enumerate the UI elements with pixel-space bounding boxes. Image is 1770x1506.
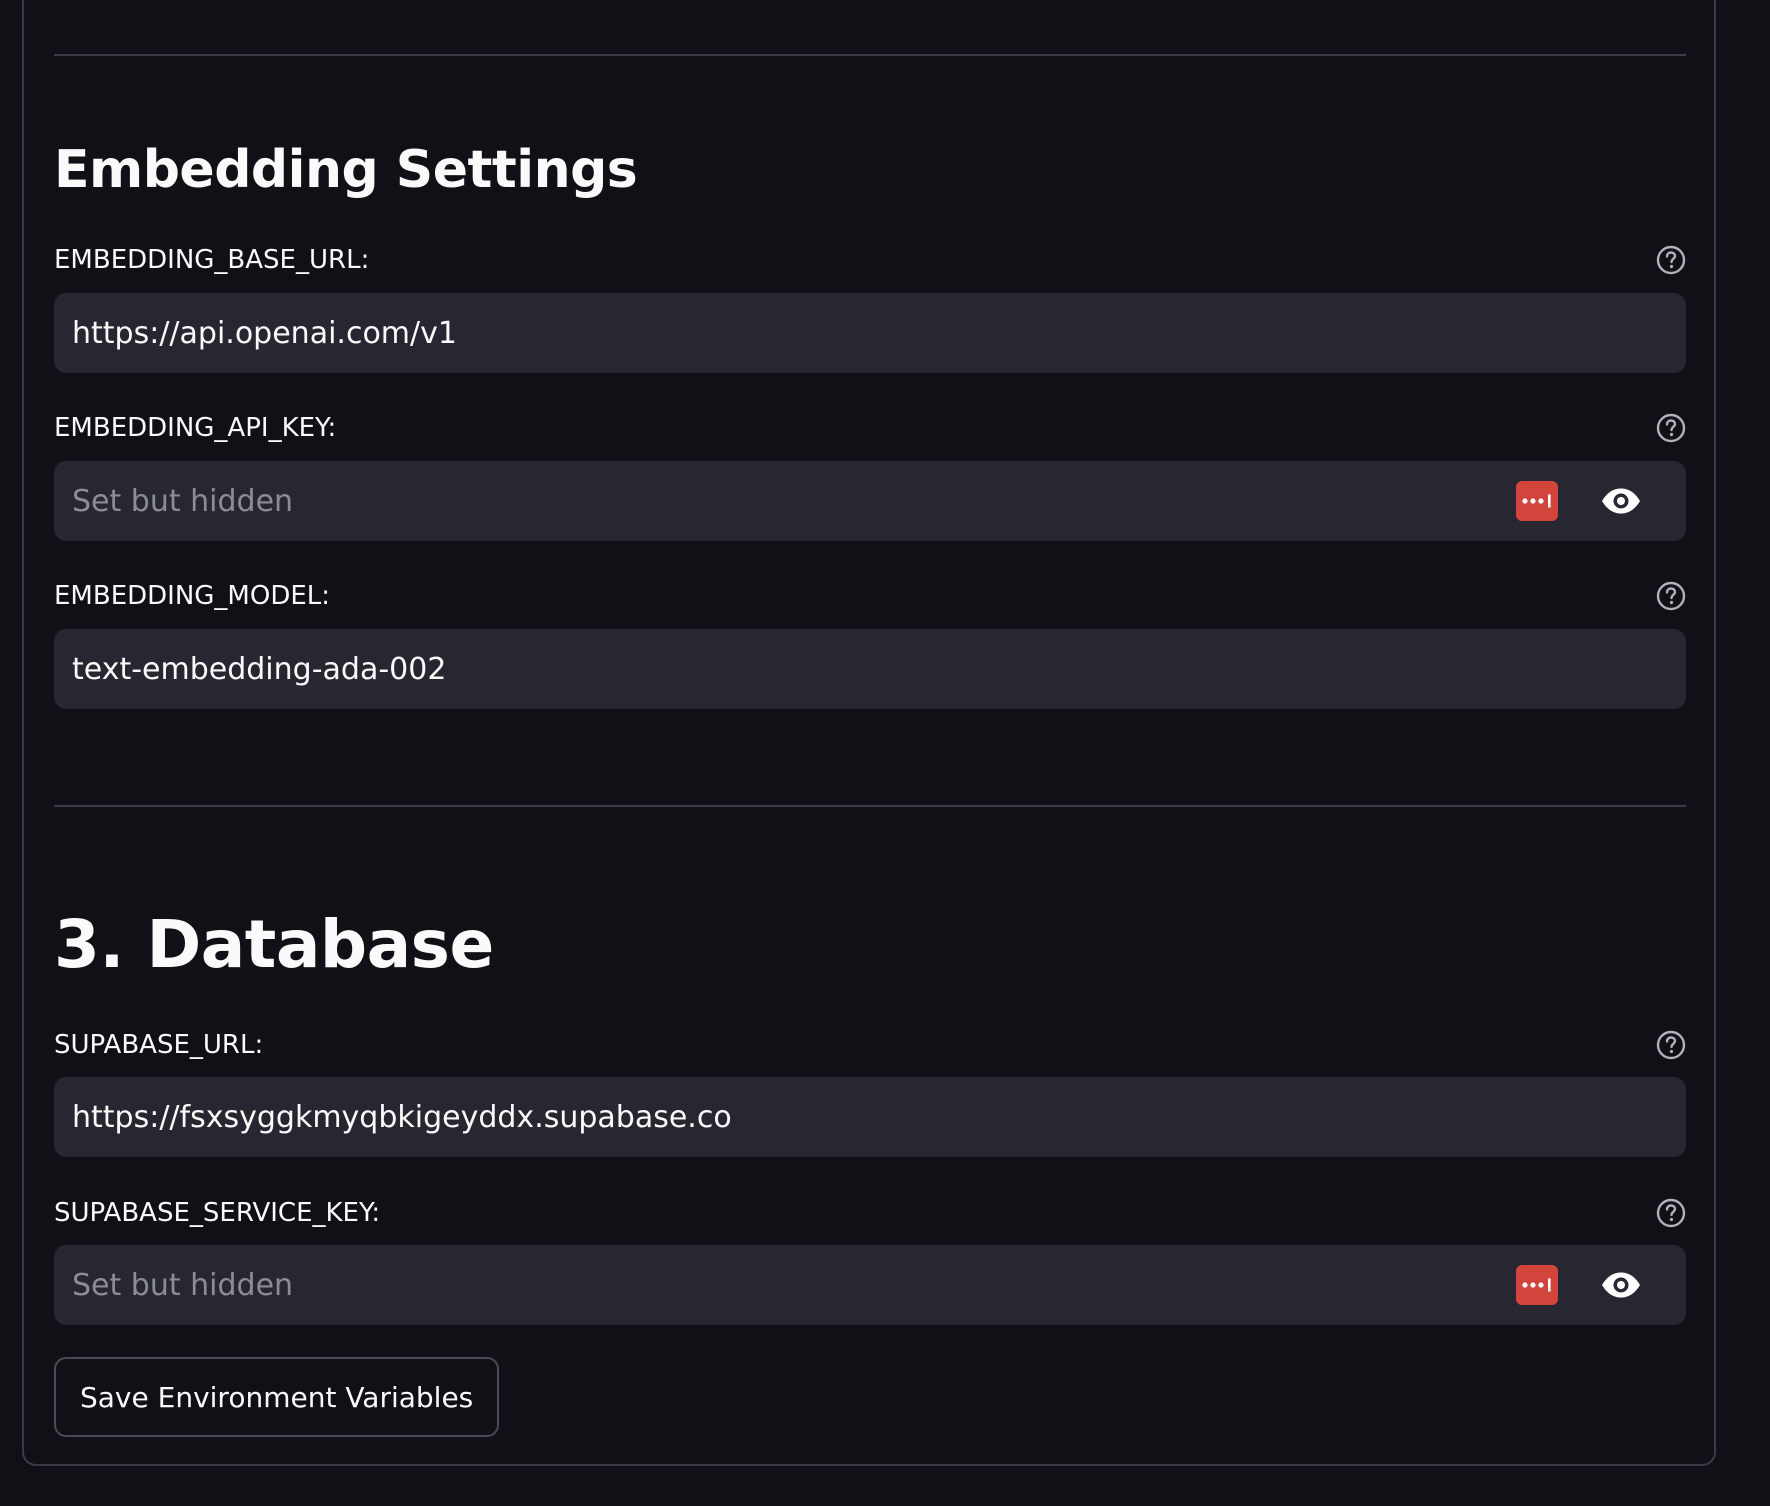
- embedding-model-value: text-embedding-ada-002: [72, 651, 447, 687]
- password-manager-icon[interactable]: [1516, 1265, 1558, 1305]
- embedding-base-url-input[interactable]: https://api.openai.com/v1: [54, 293, 1686, 373]
- question-circle-icon[interactable]: [1656, 413, 1686, 443]
- supabase-service-key-label: SUPABASE_SERVICE_KEY:: [54, 1198, 381, 1228]
- question-circle-icon[interactable]: [1656, 245, 1686, 275]
- save-environment-variables-button[interactable]: Save Environment Variables: [54, 1357, 500, 1437]
- divider-top: [54, 54, 1686, 56]
- question-circle-icon[interactable]: [1656, 1198, 1686, 1228]
- supabase-url-input[interactable]: https://fsxsyggkmyqbkigeyddx.supabase.co: [54, 1077, 1686, 1157]
- embedding-base-url-label-row: EMBEDDING_BASE_URL:: [54, 240, 1686, 280]
- embedding-api-key-label-row: EMBEDDING_API_KEY:: [54, 408, 1686, 448]
- supabase-service-key-input[interactable]: Set but hidden: [54, 1245, 1686, 1325]
- embedding-base-url-label: EMBEDDING_BASE_URL:: [54, 245, 370, 275]
- embedding-base-url-value: https://api.openai.com/v1: [72, 315, 457, 351]
- eye-icon[interactable]: [1600, 483, 1642, 519]
- embedding-api-key-input[interactable]: Set but hidden: [54, 461, 1686, 541]
- embedding-model-label: EMBEDDING_MODEL:: [54, 581, 331, 611]
- embedding-model-label-row: EMBEDDING_MODEL:: [54, 576, 1686, 616]
- embedding-settings-heading: Embedding Settings: [54, 140, 638, 200]
- question-circle-icon[interactable]: [1656, 581, 1686, 611]
- supabase-url-label: SUPABASE_URL:: [54, 1030, 264, 1060]
- supabase-url-value: https://fsxsyggkmyqbkigeyddx.supabase.co: [72, 1099, 732, 1135]
- question-circle-icon[interactable]: [1656, 1030, 1686, 1060]
- embedding-model-input[interactable]: text-embedding-ada-002: [54, 629, 1686, 709]
- divider-middle: [54, 805, 1686, 807]
- database-heading: 3. Database: [54, 906, 494, 983]
- embedding-api-key-label: EMBEDDING_API_KEY:: [54, 413, 337, 443]
- password-manager-icon[interactable]: [1516, 481, 1558, 521]
- eye-icon[interactable]: [1600, 1267, 1642, 1303]
- supabase-url-label-row: SUPABASE_URL:: [54, 1025, 1686, 1065]
- embedding-api-key-placeholder: Set but hidden: [72, 483, 294, 519]
- supabase-service-key-placeholder: Set but hidden: [72, 1267, 294, 1303]
- supabase-service-key-label-row: SUPABASE_SERVICE_KEY:: [54, 1193, 1686, 1233]
